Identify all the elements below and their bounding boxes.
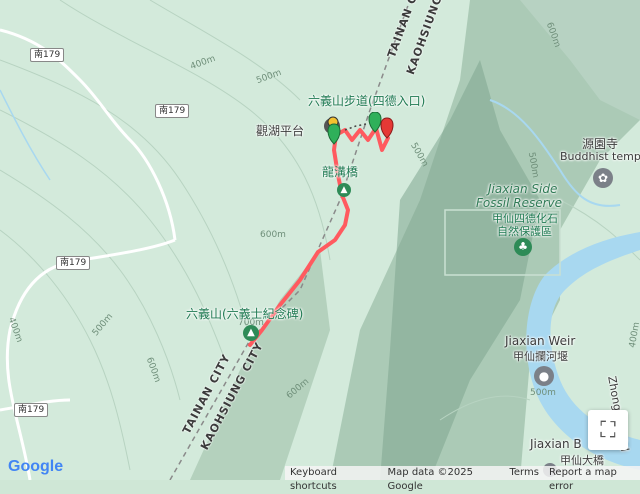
map-data-text: Map data ©2025 Google [387, 467, 473, 492]
contour-label: 600m [260, 230, 286, 240]
trail-markers [324, 112, 394, 145]
temple-icon[interactable]: ✿ [593, 168, 613, 188]
temple-type-label: Buddhist temple [560, 150, 640, 163]
bridge-label[interactable]: 龍溝橋 [322, 163, 358, 180]
place-icon[interactable]: ● [534, 366, 554, 386]
viewpoint-label[interactable]: 觀湖平台 [256, 122, 304, 139]
road-shield: 南179 [14, 403, 49, 417]
weir-label-en[interactable]: Jiaxian Weir [505, 334, 575, 348]
weir-label-zh[interactable]: 甲仙攔河堰 [513, 348, 568, 364]
road-shield: 南179 [155, 104, 190, 118]
road-shield: 南179 [30, 48, 65, 62]
contour-label: 500m [530, 388, 556, 398]
keyboard-shortcuts-link[interactable]: Keyboard shortcuts [285, 466, 383, 492]
report-error-link[interactable]: Report a map error [544, 466, 640, 492]
reserve-label-zh-2[interactable]: 自然保護區 [497, 223, 552, 239]
road-shield: 南179 [56, 256, 91, 270]
terms-link[interactable]: Terms [504, 466, 543, 480]
fullscreen-button[interactable]: ⛶ [588, 410, 628, 450]
map-canvas[interactable] [0, 0, 640, 480]
map-attribution-bar: Keyboard shortcuts Map data ©2025 Google… [285, 466, 640, 492]
reserve-label-en-2[interactable]: Fossil Reserve [476, 196, 562, 210]
park-icon[interactable]: ▲ [243, 325, 259, 341]
green-flag-icon[interactable] [368, 112, 382, 133]
trailhead-label[interactable]: 六義山步道(四德入口) [308, 92, 425, 109]
green-flag-icon[interactable] [327, 123, 341, 145]
reserve-label-en-1[interactable]: Jiaxian Side [488, 182, 557, 196]
peak-label[interactable]: 六義山(六義士紀念碑) [186, 305, 303, 322]
park-icon[interactable]: ♣ [514, 238, 532, 256]
park-icon[interactable]: ▲ [337, 183, 351, 197]
google-logo: Google [8, 458, 64, 475]
bridge2-label-en[interactable]: Jiaxian B [530, 437, 582, 451]
end-marker-icon[interactable] [380, 117, 394, 139]
